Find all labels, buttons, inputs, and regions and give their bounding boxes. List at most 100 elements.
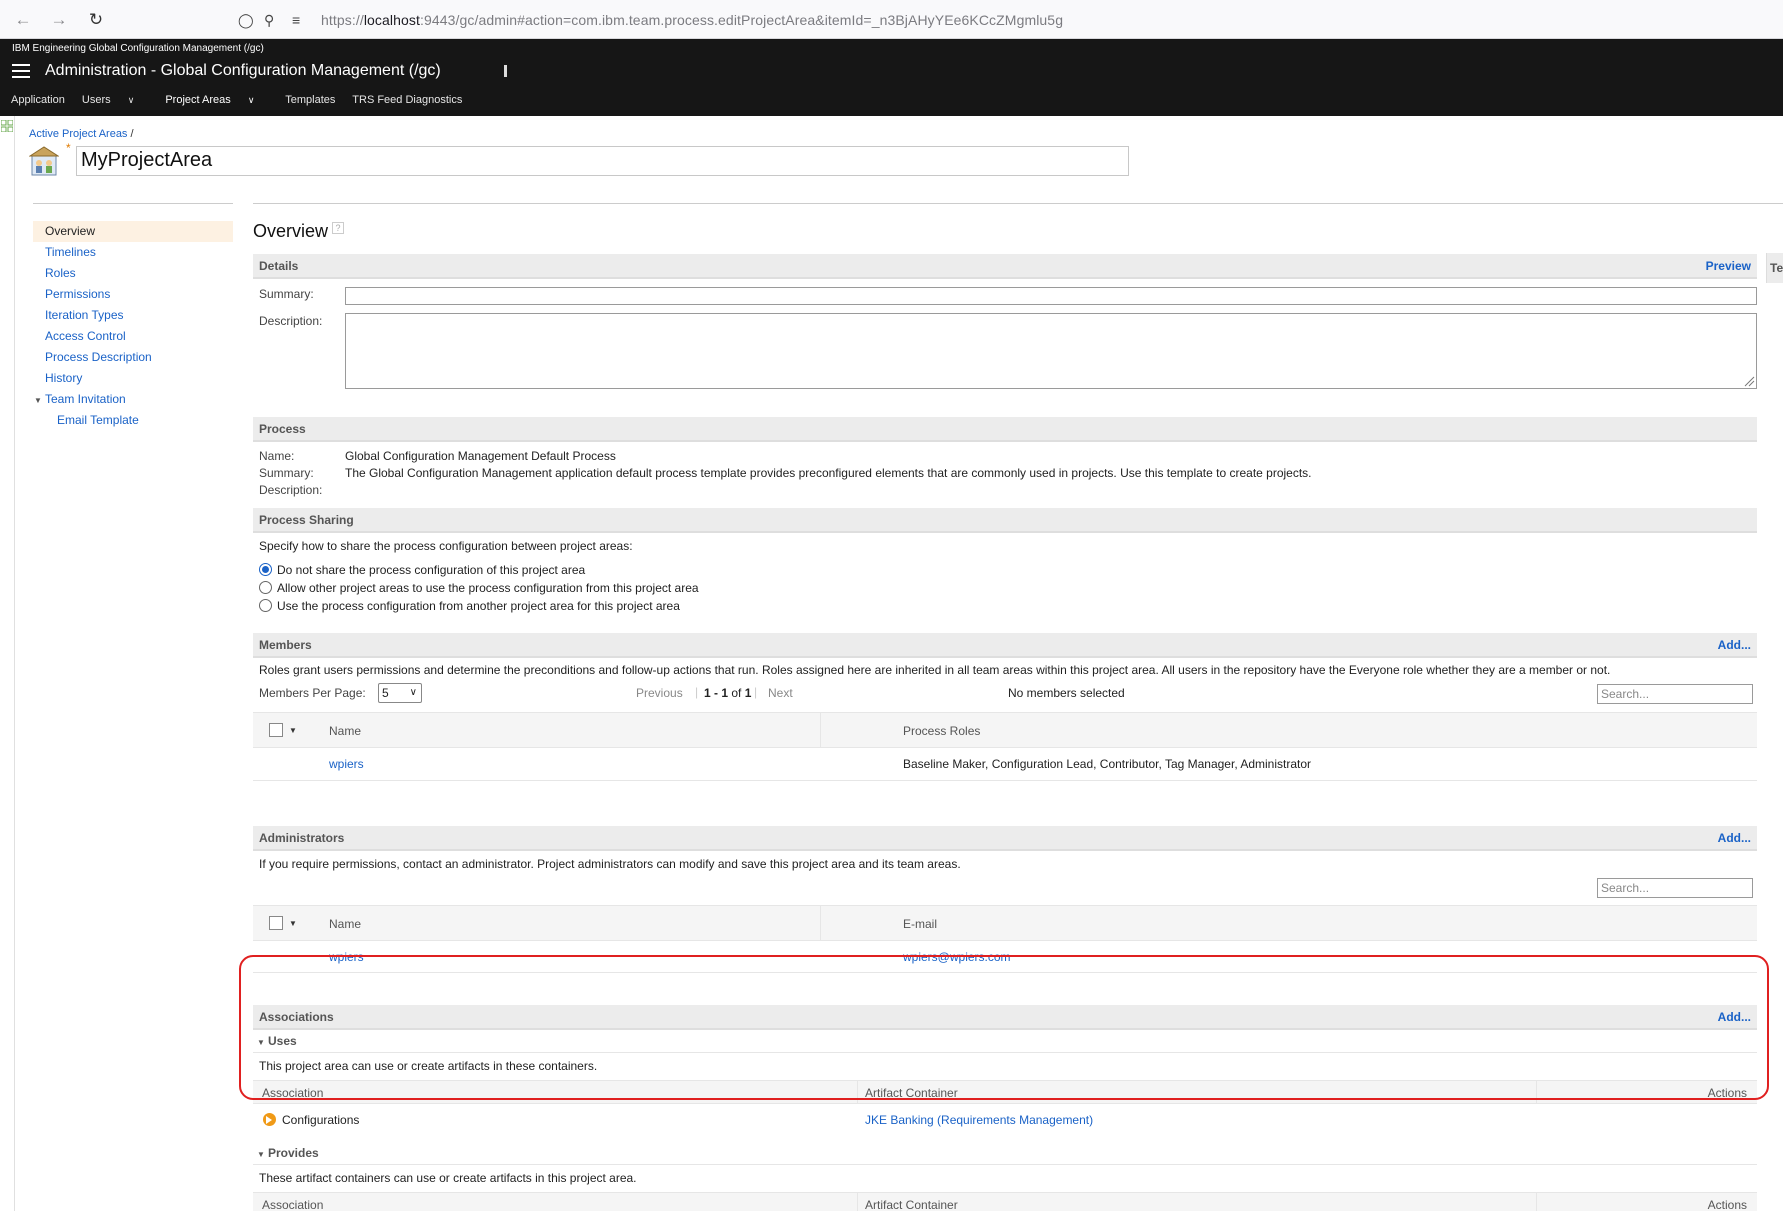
process-body: Name: Global Configuration Management Def… bbox=[259, 449, 1312, 497]
resize-handle-icon[interactable] bbox=[1743, 375, 1755, 387]
administrators-intro: If you require permissions, contact an a… bbox=[259, 857, 961, 871]
member-name-link[interactable]: wpiers bbox=[329, 748, 364, 781]
back-arrow-icon[interactable]: ← bbox=[12, 9, 34, 31]
summary-input[interactable] bbox=[345, 287, 1757, 305]
nav-application[interactable]: Application bbox=[11, 94, 65, 106]
sidebar-item-history[interactable]: History bbox=[33, 368, 233, 389]
sharing-option-1[interactable]: Do not share the process configuration o… bbox=[253, 561, 1757, 579]
associations-add-link[interactable]: Add... bbox=[1718, 1005, 1751, 1030]
process-name: Global Configuration Management Default … bbox=[345, 449, 616, 463]
provides-table-header: Association Artifact Container Actions bbox=[253, 1192, 1757, 1211]
product-name: IBM Engineering Global Configuration Man… bbox=[12, 43, 264, 54]
sidebar-item-timelines[interactable]: Timelines bbox=[33, 242, 233, 263]
members-table-header: ▼ Name Process Roles bbox=[253, 712, 1757, 748]
artifact-container-link[interactable]: JKE Banking (Requirements Management) bbox=[865, 1104, 1093, 1137]
address-bar[interactable]: ◯ ⚲ ≡ https://localhost:9443/gc/admin#ac… bbox=[228, 5, 1778, 35]
nav-trs-feed-diagnostics[interactable]: TRS Feed Diagnostics bbox=[352, 94, 462, 106]
select-all-checkbox[interactable] bbox=[269, 916, 283, 930]
chevron-down-icon[interactable]: ▼ bbox=[289, 713, 297, 749]
member-roles: Baseline Maker, Configuration Lead, Cont… bbox=[903, 757, 1312, 771]
administrators-table-header: ▼ Name E-mail bbox=[253, 905, 1757, 941]
sidebar-item-email-template[interactable]: Email Template bbox=[33, 410, 233, 431]
grid-icon[interactable] bbox=[0, 119, 14, 133]
reload-icon[interactable]: ↻ bbox=[85, 9, 107, 31]
previous-page-link[interactable]: Previous bbox=[636, 686, 683, 700]
sidebar-item-overview[interactable]: Overview bbox=[33, 221, 233, 242]
browser-toolbar: ← → ↻ ◯ ⚲ ≡ https://localhost:9443/gc/ad… bbox=[0, 0, 1783, 39]
chevron-down-icon[interactable]: ∨ bbox=[248, 95, 255, 105]
chevron-down-icon: ∨ bbox=[409, 687, 417, 698]
selection-status: No members selected bbox=[1008, 686, 1125, 700]
lock-icon[interactable]: ⚲ bbox=[264, 12, 274, 29]
process-sharing-body: Specify how to share the process configu… bbox=[253, 533, 1757, 627]
top-nav: Application Users ∨ Project Areas ∨ Temp… bbox=[11, 94, 476, 106]
members-body: Roles grant users permissions and determ… bbox=[253, 658, 1757, 820]
sidebar-item-team-invitation[interactable]: ▼ Team Invitation bbox=[33, 389, 233, 410]
sharing-option-2[interactable]: Allow other project areas to use the pro… bbox=[253, 579, 1757, 597]
table-row: Configurations JKE Banking (Requirements… bbox=[253, 1104, 1757, 1137]
expand-triangle-icon[interactable]: ▼ bbox=[257, 1143, 268, 1166]
administrator-name-link[interactable]: wpiers bbox=[329, 941, 364, 973]
radio-selected[interactable] bbox=[259, 563, 272, 576]
process-sharing-intro: Specify how to share the process configu… bbox=[259, 539, 633, 553]
url-text[interactable]: https://localhost:9443/gc/admin#action=c… bbox=[321, 12, 1063, 28]
members-add-link[interactable]: Add... bbox=[1718, 633, 1751, 658]
nav-project-areas[interactable]: Project Areas ∨ bbox=[165, 94, 268, 106]
nav-templates[interactable]: Templates bbox=[285, 94, 335, 106]
table-row: wpiers wpiers@wpiers.com bbox=[253, 941, 1757, 973]
table-row: wpiers Baseline Maker, Configuration Lea… bbox=[253, 748, 1757, 781]
project-area-name-input[interactable]: MyProjectArea bbox=[76, 146, 1129, 176]
radio-unselected[interactable] bbox=[259, 581, 272, 594]
permissions-icon[interactable]: ≡ bbox=[292, 12, 300, 28]
administrators-add-link[interactable]: Add... bbox=[1718, 826, 1751, 851]
divider bbox=[253, 203, 1783, 204]
breadcrumb-active-project-areas[interactable]: Active Project Areas bbox=[29, 128, 127, 140]
preview-link[interactable]: Preview bbox=[1706, 254, 1751, 279]
radio-unselected[interactable] bbox=[259, 599, 272, 612]
uses-subsection-header[interactable]: ▼ Uses bbox=[253, 1030, 1757, 1053]
sidebar-item-permissions[interactable]: Permissions bbox=[33, 284, 233, 305]
required-marker: * bbox=[66, 141, 71, 155]
process-sharing-section-header: Process Sharing bbox=[253, 508, 1757, 533]
sidebar-item-roles[interactable]: Roles bbox=[33, 263, 233, 284]
association-name: Configurations bbox=[282, 1113, 360, 1127]
sharing-option-3[interactable]: Use the process configuration from anoth… bbox=[253, 597, 1757, 615]
details-body: Summary: Description: bbox=[253, 279, 1757, 417]
administrators-search-input[interactable]: Search... bbox=[1597, 878, 1753, 898]
sidebar-item-access-control[interactable]: Access Control bbox=[33, 326, 233, 347]
select-all-checkbox[interactable] bbox=[269, 723, 283, 737]
chevron-down-icon[interactable]: ▼ bbox=[289, 906, 297, 942]
members-per-page-select[interactable]: 5 ∨ bbox=[378, 683, 422, 703]
hamburger-menu-icon[interactable] bbox=[12, 64, 30, 78]
app-header: IBM Engineering Global Configuration Man… bbox=[0, 39, 1783, 116]
description-label: Description: bbox=[259, 314, 323, 328]
sidebar-item-process-description[interactable]: Process Description bbox=[33, 347, 233, 368]
expand-triangle-icon[interactable]: ▼ bbox=[34, 390, 45, 411]
process-section-header: Process bbox=[253, 417, 1757, 442]
members-toolbar: Members Per Page: 5 ∨ Previous | 1 - 1 of… bbox=[253, 682, 1757, 708]
sidebar: Overview Timelines Roles Permissions Ite… bbox=[33, 221, 233, 431]
breadcrumb: Active Project Areas / bbox=[29, 128, 134, 140]
provides-subsection-header[interactable]: ▼ Provides bbox=[253, 1142, 1757, 1165]
uses-intro: This project area can use or create arti… bbox=[259, 1059, 598, 1073]
description-textarea[interactable] bbox=[345, 313, 1757, 389]
expand-triangle-icon[interactable]: ▼ bbox=[257, 1031, 268, 1054]
members-section-header: Members Add... bbox=[253, 633, 1757, 658]
summary-label: Summary: bbox=[259, 287, 314, 301]
configuration-icon bbox=[263, 1113, 276, 1126]
project-area-icon bbox=[28, 145, 60, 179]
associations-section-header: Associations Add... bbox=[253, 1005, 1757, 1030]
members-search-input[interactable]: Search... bbox=[1597, 684, 1753, 704]
shield-icon[interactable]: ◯ bbox=[238, 12, 254, 29]
truncated-side-tab[interactable]: Te bbox=[1766, 253, 1783, 283]
forward-arrow-icon[interactable]: → bbox=[48, 9, 70, 31]
administrator-email-link[interactable]: wpiers@wpiers.com bbox=[903, 941, 1011, 973]
next-page-link[interactable]: Next bbox=[768, 686, 793, 700]
details-section-header: Details Preview bbox=[253, 254, 1757, 279]
help-icon[interactable]: ? bbox=[332, 222, 345, 234]
nav-users[interactable]: Users ∨ bbox=[82, 94, 148, 106]
chevron-down-icon[interactable]: ∨ bbox=[128, 95, 135, 105]
main-content: Overview? Details Preview Summary: Descr… bbox=[253, 214, 1757, 1211]
sidebar-item-iteration-types[interactable]: Iteration Types bbox=[33, 305, 233, 326]
divider bbox=[33, 203, 233, 204]
